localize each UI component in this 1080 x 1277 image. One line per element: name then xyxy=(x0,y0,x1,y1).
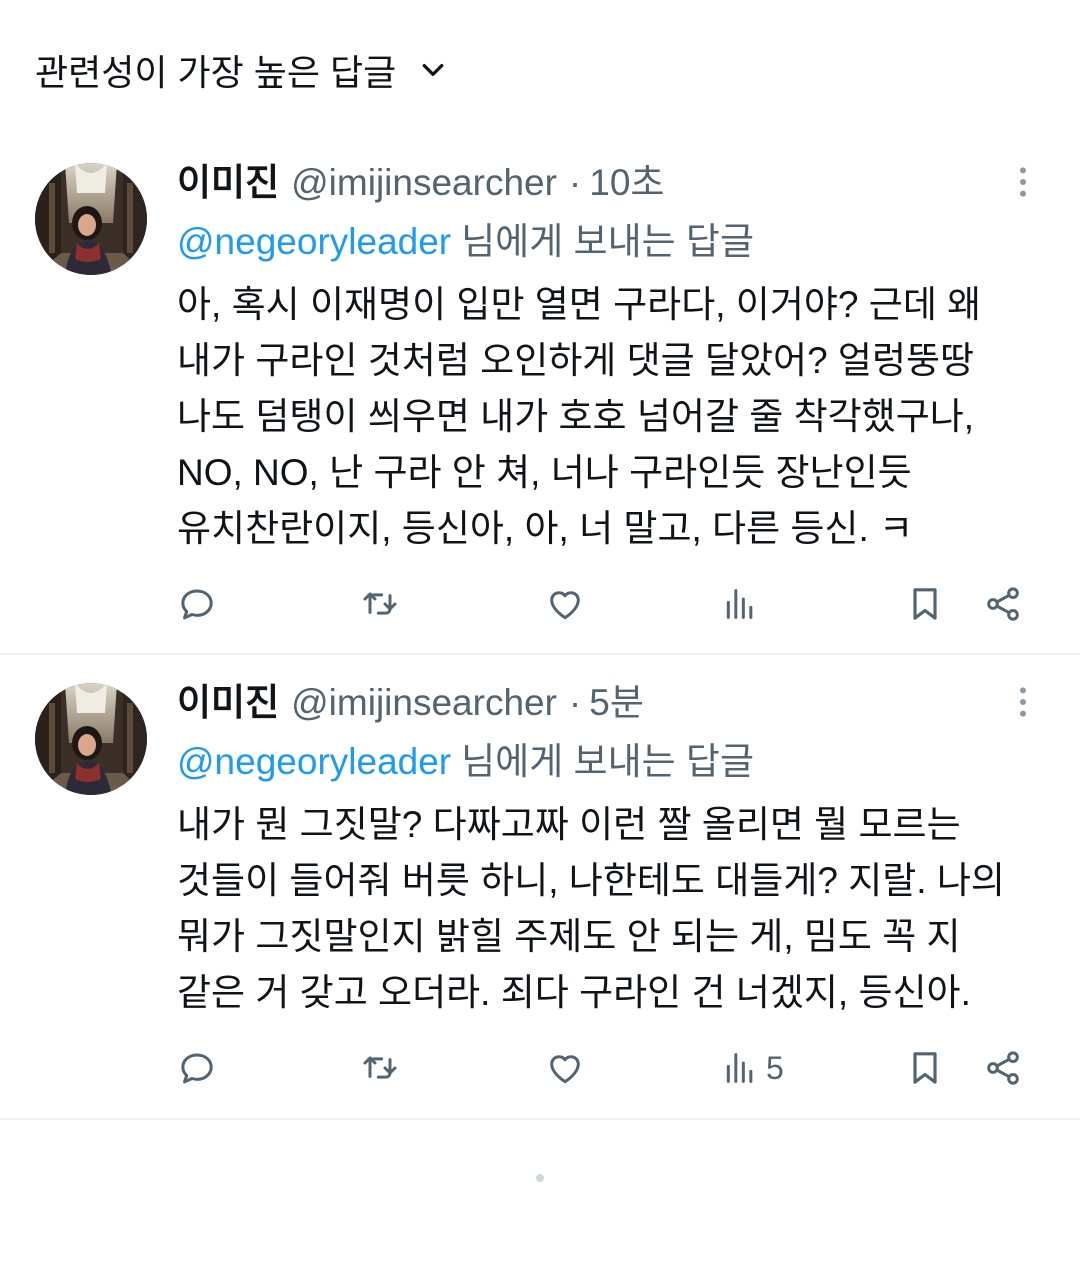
analytics-icon xyxy=(726,589,753,619)
like-button[interactable] xyxy=(545,580,585,628)
separator-dot: · xyxy=(568,682,582,723)
like-button[interactable] xyxy=(545,1044,585,1092)
share-icon xyxy=(987,1051,1019,1085)
tweet-text-line: 내가 구라인 것처럼 오인하게 댓글 달았어? 얼렁뚱땅 xyxy=(177,340,975,381)
avatar[interactable] xyxy=(35,683,147,795)
bookmark-button[interactable] xyxy=(905,580,945,628)
tweet-text-line: 뭐가 그짓말인지 밝힐 주제도 안 되는 게, 밈도 꼭 지 xyxy=(177,916,961,957)
bookmark-icon xyxy=(913,1052,937,1084)
tweet-author-row: 이미진 @imijinsearcher · 5분 xyxy=(177,677,1040,729)
views-count: 5 xyxy=(766,1049,784,1086)
tweet-text-line: 아, 혹시 이재명이 입만 열면 구라다, 이거야? 근데 왜 xyxy=(177,284,982,325)
views-button[interactable]: 5 xyxy=(720,1044,784,1092)
tweet-content: 이미진 @imijinsearcher · 5분 @negeoryleader 님에게 … xyxy=(177,677,1040,1092)
reply-tweet[interactable]: 이미진 @imijinsearcher · 5분 @negeoryleader 님에게 … xyxy=(0,655,1080,1120)
reply-icon xyxy=(181,589,213,620)
tweet-text: 아, 혹시 이재명이 입만 열면 구라다, 이거야? 근데 왜 내가 구라인 것… xyxy=(177,277,1040,557)
bookmark-icon xyxy=(913,588,937,620)
bookmark-button[interactable] xyxy=(905,1044,945,1092)
replying-to: @negeoryleader 님에게 보내는 답글 xyxy=(177,734,1040,790)
avatar[interactable] xyxy=(35,163,147,275)
tweet-author-row: 이미진 @imijinsearcher · 10초 xyxy=(177,157,1040,209)
replying-to: @negeoryleader 님에게 보내는 답글 xyxy=(177,214,1040,270)
views-button[interactable] xyxy=(720,580,760,628)
tweet-text: 내가 뭔 그짓말? 다짜고짜 이런 짤 올리면 뭘 모르는 것들이 들어줘 버릇… xyxy=(177,797,1040,1021)
heart-icon xyxy=(550,591,580,620)
retweet-icon xyxy=(363,1056,397,1079)
retweet-button[interactable] xyxy=(360,580,400,628)
tweet-text-line: 나도 덤탱이 씌우면 내가 호호 넘어갈 줄 착각했구나, xyxy=(177,396,975,437)
replying-to-label: 님에게 보내는 답글 xyxy=(461,221,755,262)
display-name[interactable]: 이미진 xyxy=(177,682,279,723)
display-name[interactable]: 이미진 xyxy=(177,162,279,203)
reply-tweet[interactable]: 이미진 @imijinsearcher · 10초 @negeoryleader 님에게… xyxy=(0,135,1080,655)
reply-button[interactable] xyxy=(177,580,217,628)
sort-dropdown[interactable]: 관련성이 가장 높은 답글 xyxy=(35,44,448,96)
share-button[interactable] xyxy=(983,1044,1023,1092)
tweet-actions xyxy=(177,580,1040,628)
tweet-content: 이미진 @imijinsearcher · 10초 @negeoryleader 님에게… xyxy=(177,157,1040,628)
user-handle[interactable]: @imijinsearcher xyxy=(291,682,557,723)
replying-to-label: 님에게 보내는 답글 xyxy=(461,741,755,782)
tweet-text-line: 것들이 들어줘 버릇 하니, 나한테도 대들게? 지랄. 나의 xyxy=(177,860,1005,901)
retweet-icon xyxy=(363,592,397,615)
chevron-down-icon[interactable] xyxy=(418,55,448,85)
analytics-icon xyxy=(726,1053,753,1083)
reply-button[interactable] xyxy=(177,1044,217,1092)
timestamp[interactable]: 10초 xyxy=(589,162,664,203)
share-button[interactable] xyxy=(983,580,1023,628)
replying-to-handle[interactable]: @negeoryleader xyxy=(177,221,451,262)
separator-dot: · xyxy=(568,162,582,203)
user-handle[interactable]: @imijinsearcher xyxy=(291,162,557,203)
timestamp[interactable]: 5분 xyxy=(589,682,644,723)
heart-icon xyxy=(550,1055,580,1084)
tweet-text-line: 같은 거 갖고 오더라. 죄다 구라인 건 너겠지, 등신아. xyxy=(177,972,971,1013)
tweet-text-line: 유치찬란이지, 등신아, 아, 너 말고, 다른 등신. ㅋ xyxy=(177,508,914,549)
share-icon xyxy=(987,587,1019,621)
reply-icon xyxy=(181,1053,213,1084)
sort-dropdown-label: 관련성이 가장 높은 답글 xyxy=(35,52,397,93)
tweet-text-line: 내가 뭔 그짓말? 다짜고짜 이런 짤 올리면 뭘 모르는 xyxy=(177,804,961,845)
replying-to-handle[interactable]: @negeoryleader xyxy=(177,741,451,782)
retweet-button[interactable] xyxy=(360,1044,400,1092)
tweet-actions: 5 xyxy=(177,1044,1040,1092)
tweet-text-line: NO, NO, 난 구라 안 쳐, 너나 구라인듯 장난인듯 xyxy=(177,452,912,493)
loading-indicator xyxy=(536,1174,544,1182)
